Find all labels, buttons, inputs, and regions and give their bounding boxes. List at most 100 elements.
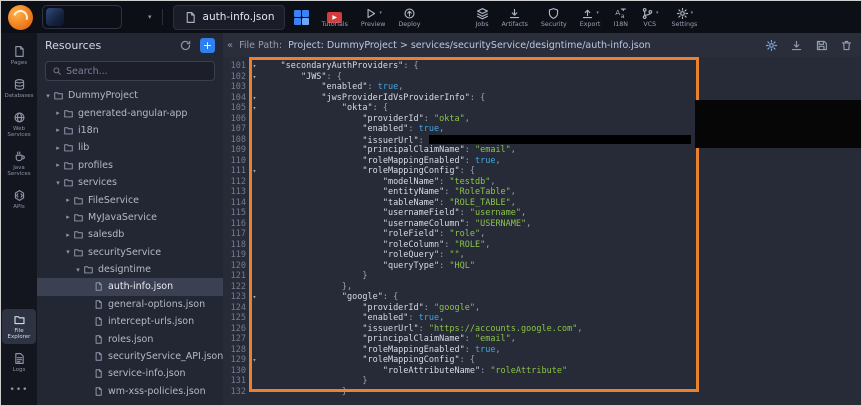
tree-item-profiles[interactable]: ▸profiles: [37, 157, 223, 174]
sidebar-item-apis[interactable]: APIs: [2, 185, 36, 214]
tree-item-roles.json[interactable]: roles.json: [37, 330, 223, 347]
tree-item-FileService[interactable]: ▸FileService: [37, 191, 223, 208]
code-text: "enabled": true,: [260, 124, 444, 135]
tree-toggle-icon[interactable]: ▾: [53, 179, 63, 187]
tree-toggle-icon[interactable]: ▸: [53, 126, 63, 134]
tree-toggle-icon[interactable]: ▸: [53, 161, 63, 169]
shield-icon: [547, 7, 560, 20]
fold-toggle-icon[interactable]: ▾: [249, 61, 260, 72]
tree-item-salesdb[interactable]: ▸salesdb: [37, 226, 223, 243]
sidebar-item-pages[interactable]: Pages: [2, 41, 36, 70]
sidebar-item-more[interactable]: •••: [2, 381, 36, 399]
collapse-panel-icon[interactable]: «: [227, 40, 233, 51]
tool-label: Artifacts: [502, 21, 528, 28]
add-resource-button[interactable]: +: [200, 38, 215, 53]
download-icon[interactable]: [790, 39, 803, 52]
trash-icon[interactable]: [840, 39, 853, 52]
tree-item-intercept-urls.json[interactable]: intercept-urls.json: [37, 313, 223, 330]
fold-toggle-icon[interactable]: ▾: [249, 72, 260, 83]
tool-tutorials[interactable]: ▶Tutorials: [321, 7, 347, 28]
tree-item-general-options.json[interactable]: general-options.json: [37, 296, 223, 313]
tool-deploy[interactable]: Deploy: [398, 7, 420, 28]
code-editor[interactable]: 101▾ "secondaryAuthProviders": {102▾ "JW…: [223, 57, 862, 406]
tree-toggle-icon[interactable]: ▾: [63, 248, 73, 256]
sidebar-item-java-services[interactable]: Java Services: [2, 146, 36, 181]
tool-settings[interactable]: ▾Settings: [672, 7, 698, 28]
line-number: 129: [223, 355, 249, 366]
fold-toggle-icon[interactable]: ▾: [249, 292, 260, 303]
tree-item-i18n[interactable]: ▸i18n: [37, 122, 223, 139]
fold-spacer: [249, 387, 260, 398]
tree-item-DummyProject[interactable]: ▾DummyProject: [37, 87, 223, 104]
search-icon: [52, 66, 62, 76]
tool-label: Security: [541, 21, 567, 28]
line-number: 113: [223, 187, 249, 198]
tree-toggle-icon[interactable]: ▸: [53, 109, 63, 117]
refresh-icon[interactable]: [179, 39, 192, 52]
sidebar-item-web-services[interactable]: Web Services: [2, 107, 36, 142]
search-input[interactable]: [66, 66, 208, 77]
fold-spacer: [249, 208, 260, 219]
breadcrumb[interactable]: Project: DummyProject > services/securit…: [288, 40, 650, 51]
sidebar-item-databases[interactable]: Databases: [2, 74, 36, 103]
tree-item-services[interactable]: ▾services: [37, 174, 223, 191]
jobs-icon: [476, 7, 489, 20]
tree-item-label: generated-angular-app: [78, 108, 187, 119]
code-line: 113 "entityName": "RoleTable",: [223, 187, 862, 198]
tool-artifacts[interactable]: Artifacts: [502, 7, 528, 28]
tool-jobs[interactable]: Jobs: [476, 7, 489, 28]
tree-item-lib[interactable]: ▸lib: [37, 139, 223, 156]
file-tab[interactable]: auth-info.json: [173, 5, 286, 30]
line-number: 107: [223, 124, 249, 135]
fold-toggle-icon[interactable]: ▾: [249, 166, 260, 177]
tool-export[interactable]: ▾Export: [580, 7, 601, 28]
tree-toggle-icon[interactable]: ▸: [63, 213, 73, 221]
sidebar-item-label: File Explorer: [3, 328, 35, 340]
line-number: 112: [223, 177, 249, 188]
code-text: "issuerUrl":: [260, 135, 691, 146]
code-text: "principalClaimName": "email",: [260, 145, 516, 156]
tool-security[interactable]: Security: [541, 7, 567, 28]
sidebar-item-logs[interactable]: Logs: [2, 348, 36, 377]
tool-vcs[interactable]: ▾VCS: [641, 7, 659, 28]
code-line: 107 "enabled": true,: [223, 124, 862, 135]
chevron-down-icon: ▾: [656, 10, 659, 16]
app-logo-icon[interactable]: [8, 5, 33, 30]
tool-preview[interactable]: ▾Preview: [361, 7, 386, 28]
tree-toggle-icon[interactable]: ▸: [53, 144, 63, 152]
tree-item-designtime[interactable]: ▾designtime: [37, 261, 223, 278]
fold-spacer: [249, 124, 260, 135]
settings-icon[interactable]: [765, 39, 778, 52]
code-text: "roleAttributeName": "roleAttribute": [260, 366, 567, 377]
sidebar-item-file-explorer[interactable]: File Explorer: [2, 309, 36, 344]
tree-item-auth-info.json[interactable]: auth-info.json: [37, 278, 223, 295]
save-icon[interactable]: [815, 39, 828, 52]
chevron-down-icon: ▾: [691, 10, 694, 16]
tree-toggle-icon[interactable]: ▾: [43, 92, 53, 100]
tree-item-securityService[interactable]: ▾securityService: [37, 244, 223, 261]
fold-spacer: [249, 261, 260, 272]
chevron-down-icon[interactable]: ▾: [148, 13, 152, 21]
tree-toggle-icon[interactable]: ▾: [73, 266, 83, 274]
dashboard-grid-icon[interactable]: [294, 10, 309, 25]
fold-toggle-icon[interactable]: ▾: [249, 103, 260, 114]
code-line: 108 "issuerUrl":: [223, 135, 862, 146]
code-text: "secondaryAuthProviders": {: [260, 61, 419, 72]
project-avatar-chip[interactable]: [42, 5, 122, 29]
main-area: « File Path: Project: DummyProject > ser…: [223, 33, 862, 406]
tree-item-service-info.json[interactable]: service-info.json: [37, 365, 223, 382]
code-text: "okta": {: [260, 103, 388, 114]
tool-i18n[interactable]: AaI18N: [613, 7, 628, 28]
fold-toggle-icon[interactable]: ▾: [249, 355, 260, 366]
tree-item-MyJavaService[interactable]: ▸MyJavaService: [37, 209, 223, 226]
tree-toggle-icon[interactable]: ▸: [63, 231, 73, 239]
tree-item-wm-xss-policies.json[interactable]: wm-xss-policies.json: [37, 383, 223, 400]
fold-toggle-icon[interactable]: ▾: [249, 93, 260, 104]
tree-item-generated-angular-app[interactable]: ▸ generated-angular-app: [37, 104, 223, 121]
file-icon: [93, 386, 104, 397]
search-box[interactable]: [45, 61, 215, 81]
code-text: "roleMappingConfig": {: [260, 355, 475, 366]
tree-item-securityService_API.json[interactable]: securityService_API.json: [37, 348, 223, 365]
tree-toggle-icon[interactable]: ▸: [63, 196, 73, 204]
line-number: 127: [223, 334, 249, 345]
